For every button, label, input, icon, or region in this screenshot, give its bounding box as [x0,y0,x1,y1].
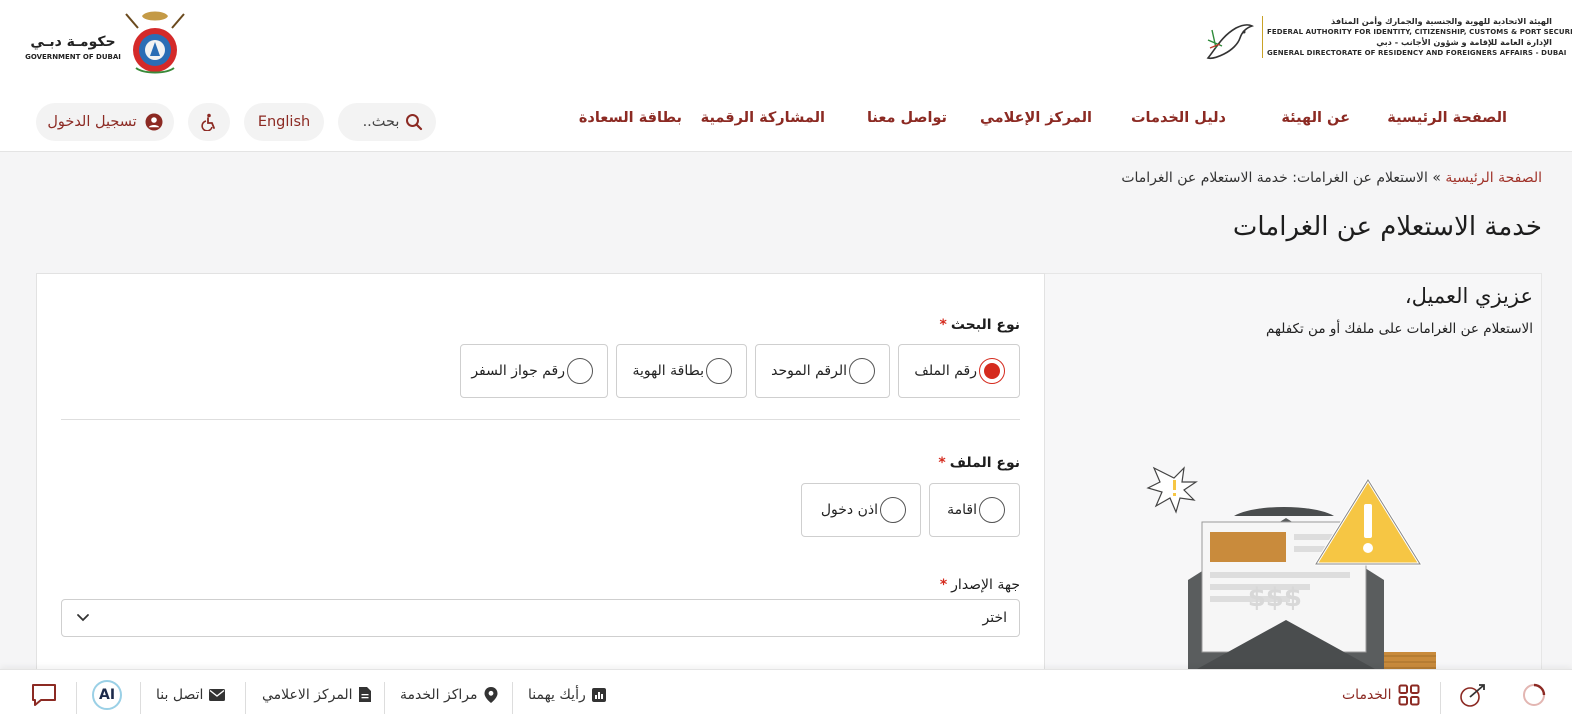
dubai-emblem-icon [125,11,185,74]
nav-services-guide[interactable]: دليل الخدمات [1131,110,1226,126]
service-centers-button[interactable]: مراكز الخدمة [400,670,498,718]
pointer-icon [1460,683,1485,707]
radio-passport-number[interactable]: رقم جواز السفر [460,344,608,398]
wheelchair-icon [201,113,215,131]
svg-text:$$$: $$$ [1248,583,1302,613]
search-label: بحث.. [362,114,400,130]
dubai-logo-en: GOVERNMENT OF DUBAI [25,53,121,61]
fed-logo-line-en: FEDERAL AUTHORITY FOR IDENTITY, CITIZENS… [1267,27,1572,36]
chat-button[interactable] [31,670,57,718]
info-panel: عزيزي العميل، الاستعلام عن الغرامات على … [1044,273,1542,674]
radio-file-number[interactable]: رقم الملف [898,344,1020,398]
greeting: عزيزي العميل، [1404,284,1533,308]
document-icon [358,687,371,702]
spinner-icon [1523,683,1546,706]
radio-residency-label: اقامة [947,502,977,518]
radio-circle[interactable] [706,358,732,384]
grid-icon [1398,684,1419,705]
radio-circle[interactable] [880,497,906,523]
search-button[interactable]: بحث.. [338,103,436,141]
media-center-label: المركز الاعلامي [262,686,353,703]
nav-media-center[interactable]: المركز الإعلامي [980,110,1092,126]
user-icon [145,113,163,131]
government-of-dubai-logo[interactable]: حكومـة دبـي GOVERNMENT OF DUBAI [24,8,188,76]
accessibility-button[interactable] [188,103,230,141]
service-centers-label: مراكز الخدمة [400,686,478,703]
breadcrumb-current: الاستعلام عن الغرامات: خدمة الاستعلام عن… [1121,170,1428,186]
page-title: خدمة الاستعلام عن الغرامات [1232,212,1542,242]
search-type-label: نوع البحث* [940,317,1020,333]
federal-authority-logo[interactable]: الهيئة الاتحادية للهوية والجنسية والجمار… [1200,14,1572,72]
radio-unified-number-label: الرقم الموحد [771,363,847,379]
radio-id-card-label: بطاقة الهوية [632,363,704,379]
ai-badge: AI [92,679,122,710]
dubai-logo-ar: حكومـة دبـي [30,34,116,50]
media-center-button[interactable]: المركز الاعلامي [262,670,371,718]
radio-circle[interactable] [979,497,1005,523]
radio-id-card[interactable]: بطاقة الهوية [616,344,747,398]
radio-entry-permit[interactable]: اذن دخول [801,483,921,537]
bar-chart-icon [591,687,606,702]
login-button[interactable]: تسجيل الدخول [36,103,174,141]
happiness-meter-button[interactable] [1456,670,1488,718]
main-navigation: الصفحة الرئيسية عن الهيئة دليل الخدمات ا… [0,110,1572,134]
envelope-icon [209,688,226,701]
service-description: الاستعلام عن الغرامات على ملفك أو من تكف… [1266,321,1533,337]
loading-icon-button[interactable] [1520,670,1548,718]
nav-digital-participation[interactable]: المشاركة الرقمية [701,110,825,126]
feedback-button[interactable]: رأيك يهمنا [528,670,606,718]
nav-happiness-card[interactable]: بطاقة السعادة [579,110,682,126]
chevron-down-icon [77,614,89,622]
nav-contact[interactable]: تواصل معنا [867,110,947,126]
radio-circle[interactable] [849,358,875,384]
bottom-toolbar: الخدمات رأيك يهمنا مراكز الخدمة المركز ا… [0,669,1572,718]
site-header: الهيئة الاتحادية للهوية والجنسية والجمار… [0,0,1572,152]
location-pin-icon [484,686,497,703]
falcon-icon [1206,24,1254,60]
ai-assistant-button[interactable]: AI [92,670,122,718]
radio-file-number-label: رقم الملف [914,363,977,379]
nav-home[interactable]: الصفحة الرئيسية [1387,110,1507,126]
fed-logo-line-ar-2: الإدارة العامة للإقامة و شؤون الأجانب - … [1376,37,1552,47]
required-mark: * [939,577,948,593]
issuer-label: جهة الإصدار* [940,577,1020,593]
required-mark: * [938,455,946,471]
breadcrumb-home[interactable]: الصفحة الرئيسية [1445,170,1542,186]
feedback-label: رأيك يهمنا [528,686,586,703]
services-button[interactable]: الخدمات [1342,670,1420,718]
radio-circle[interactable] [567,358,593,384]
language-label: English [257,114,311,130]
fed-logo-line-en-2: GENERAL DIRECTORATE OF RESIDENCY AND FOR… [1267,48,1567,57]
language-button[interactable]: English [244,103,324,141]
search-icon [406,114,423,131]
login-label: تسجيل الدخول [47,114,137,130]
required-mark: * [939,317,947,333]
radio-entry-permit-label: اذن دخول [820,502,878,518]
issuer-label-text: جهة الإصدار [951,577,1020,593]
radio-passport-number-label: رقم جواز السفر [471,363,565,379]
services-label: الخدمات [1342,686,1392,703]
fed-logo-line-ar: الهيئة الاتحادية للهوية والجنسية والجمار… [1331,16,1552,26]
file-type-label: نوع الملف* [938,455,1020,471]
search-type-label-text: نوع البحث [950,317,1020,333]
radio-residency[interactable]: اقامة [929,483,1020,537]
breadcrumb-separator: » [1427,170,1446,186]
chat-bubble-icon [32,683,56,706]
breadcrumb: الصفحة الرئيسية » الاستعلام عن الغرامات:… [1121,170,1542,186]
radio-unified-number[interactable]: الرقم الموحد [755,344,890,398]
fines-warning-illustration: $$$ [1146,466,1436,674]
contact-us-button[interactable]: اتصل بنا [156,670,226,718]
contact-us-label: اتصل بنا [156,686,204,703]
radio-circle-selected[interactable] [979,358,1005,384]
nav-about[interactable]: عن الهيئة [1281,110,1350,126]
issuer-select[interactable]: اختر [61,599,1020,637]
issuer-select-value: اختر [982,610,1008,626]
fines-inquiry-form: نوع البحث* رقم الملف الرقم الموحد بطاقة … [36,273,1045,673]
form-divider [61,419,1020,420]
file-type-label-text: نوع الملف [949,455,1020,471]
